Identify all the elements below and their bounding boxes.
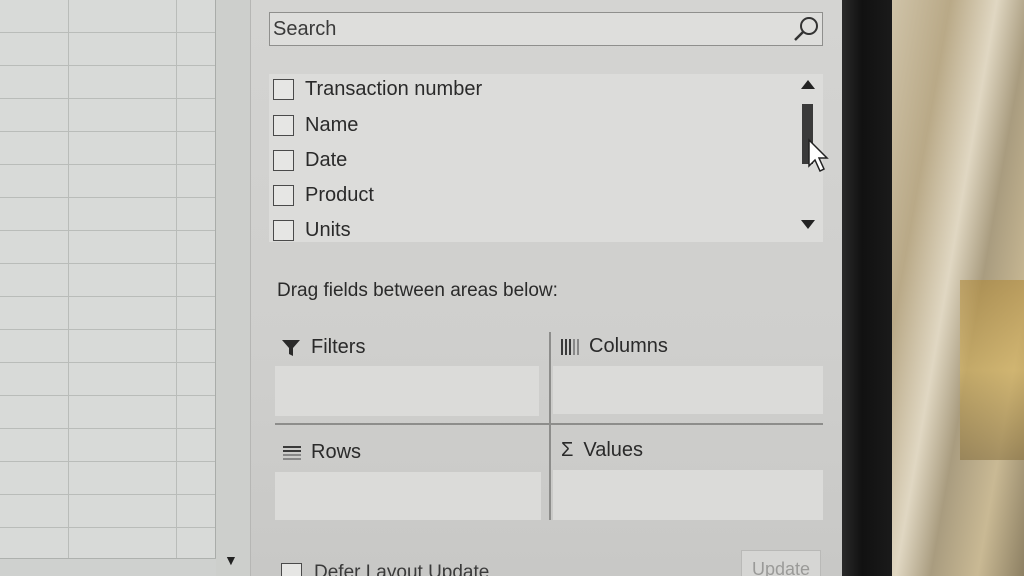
field-checkbox[interactable] — [273, 219, 294, 241]
columns-label: Columns — [589, 335, 668, 357]
spreadsheet-grid[interactable] — [0, 0, 216, 576]
search-field[interactable] — [269, 12, 823, 46]
field-item-transaction-number[interactable]: Transaction number — [273, 74, 482, 104]
filters-drop-zone[interactable] — [275, 366, 539, 416]
values-area-title: Σ Values — [561, 439, 643, 462]
sigma-icon: Σ — [561, 439, 574, 461]
search-input[interactable] — [273, 17, 773, 41]
filters-area-title: Filters — [281, 336, 365, 359]
window-light — [960, 280, 1024, 460]
field-checkbox[interactable] — [273, 149, 294, 171]
field-checkbox[interactable] — [273, 114, 294, 136]
columns-icon — [561, 338, 579, 355]
rows-label: Rows — [311, 441, 362, 463]
field-item-units[interactable]: Units — [273, 215, 351, 245]
field-label: Transaction number — [305, 77, 483, 100]
field-item-date[interactable]: Date — [273, 145, 347, 175]
field-label: Date — [305, 148, 348, 171]
columns-area-title: Columns — [561, 335, 668, 358]
drag-instruction: Drag fields between areas below: — [277, 280, 558, 301]
pivot-field-list-pane: Transaction number Name Date Product Uni… — [250, 0, 842, 576]
values-drop-zone[interactable] — [553, 470, 823, 520]
values-label: Values — [583, 439, 644, 461]
field-item-product[interactable]: Product — [273, 180, 374, 210]
field-label: Units — [305, 218, 351, 241]
rows-drop-zone[interactable] — [275, 472, 541, 520]
field-label: Product — [305, 183, 374, 206]
search-icon[interactable] — [792, 15, 820, 43]
defer-layout-label: Defer Layout Update — [314, 562, 490, 576]
scroll-down-arrow-icon[interactable]: ▼ — [224, 552, 238, 568]
field-item-name[interactable]: Name — [273, 110, 358, 140]
field-list: Transaction number Name Date Product Uni… — [269, 74, 823, 242]
field-label: Name — [305, 113, 359, 136]
sheet-scrollbar[interactable] — [0, 558, 216, 576]
monitor-bezel — [842, 0, 892, 576]
pane-gutter — [216, 0, 250, 576]
field-checkbox[interactable] — [273, 184, 294, 206]
filters-label: Filters — [311, 336, 366, 358]
filter-icon — [281, 338, 301, 358]
update-button[interactable]: Update — [741, 550, 821, 576]
scroll-down-icon[interactable] — [801, 220, 815, 229]
scroll-up-icon[interactable] — [801, 80, 815, 89]
defer-layout-update-option[interactable]: Defer Layout Update — [281, 562, 489, 576]
columns-drop-zone[interactable] — [553, 366, 823, 414]
mouse-pointer-icon — [808, 138, 829, 173]
defer-layout-checkbox[interactable] — [281, 562, 302, 576]
rows-icon — [283, 445, 301, 460]
area-divider-vertical — [549, 332, 551, 520]
rows-area-title: Rows — [283, 441, 361, 464]
field-checkbox[interactable] — [273, 78, 294, 100]
area-divider-horizontal — [275, 423, 823, 425]
